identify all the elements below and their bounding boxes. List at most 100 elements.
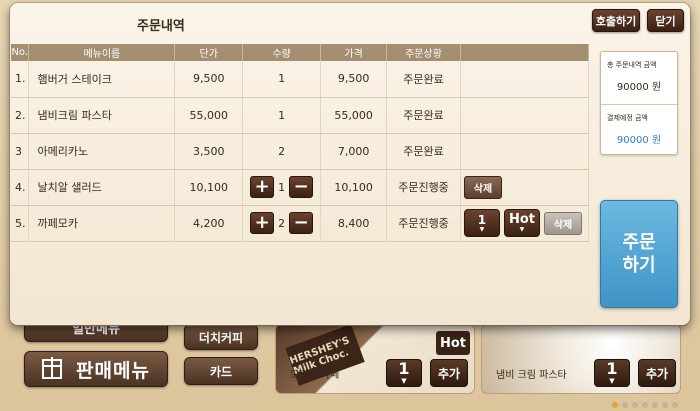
row-status: 주문진행중 (386, 205, 461, 242)
row-price: 7,000 (320, 133, 388, 170)
row-price: 9,500 (320, 61, 388, 98)
minus-button[interactable]: − (289, 212, 314, 234)
col-header-unit-price: 단가 (174, 44, 244, 61)
place-order-label-line1: 주문 (622, 231, 656, 253)
page-dot[interactable] (612, 402, 618, 408)
row-no: 1. (11, 61, 30, 98)
caret-down-icon: ▼ (401, 377, 407, 385)
caret-down-icon: ▼ (519, 226, 525, 233)
product-qty-button[interactable]: 1 ▼ (594, 359, 630, 387)
call-staff-button[interactable]: 호출하기 (592, 9, 640, 32)
row-unit-price: 4,200 (174, 205, 244, 242)
row-unit-price: 3,500 (174, 133, 244, 170)
page-dot[interactable] (632, 402, 638, 408)
row-quantity: 2 (242, 133, 322, 170)
row-quantity: 1 (242, 61, 322, 98)
total-amount-label: 총 주문내역 금액 (607, 61, 657, 69)
row-status: 주문완료 (386, 97, 461, 134)
row-menu-name: 냄비크림 파스타 (28, 97, 176, 134)
row-actions (460, 97, 590, 134)
col-header-no: No. (11, 44, 30, 61)
row-actions: 삭제 (460, 169, 590, 206)
place-order-label-line2: 하기 (622, 255, 656, 276)
row-price: 55,000 (320, 97, 388, 134)
payment-amount-section: 결제예정 금액 90000 원 (601, 104, 677, 156)
row-price: 8,400 (320, 205, 388, 242)
table-row: 4. 날치알 샐러드 10,100 + 1 − 10,100 주문진행중 삭제 (11, 169, 590, 206)
page-dot[interactable] (662, 402, 668, 408)
row-menu-name: 까페모카 (28, 205, 176, 242)
quantity-value: 2 (278, 216, 286, 230)
product-card-mocha-latte[interactable]: HERSHEY'S Milk Choc. Hot 모카칩 라떼 1 ▼ 추가 (275, 324, 475, 394)
delete-button[interactable]: 삭제 (543, 211, 582, 235)
add-to-cart-button[interactable]: 추가 (638, 359, 676, 387)
row-price: 10,100 (320, 169, 388, 206)
page-dot[interactable] (642, 402, 648, 408)
product-qty-button[interactable]: 1 ▼ (386, 359, 422, 387)
row-quantity-editor: + 2 − (242, 205, 322, 242)
payment-amount-label: 결제예정 금액 (607, 114, 648, 122)
hot-label: Hot (508, 212, 535, 227)
row-status: 주문완료 (386, 133, 461, 170)
order-summary-panel: 총 주문내역 금액 90000 원 결제예정 금액 90000 원 (600, 51, 678, 155)
col-header-quantity: 수량 (242, 44, 322, 61)
dutch-coffee-button[interactable]: 더치커피 (184, 324, 258, 350)
add-to-cart-button[interactable]: 추가 (430, 359, 468, 387)
row-status: 주문진행중 (386, 169, 461, 206)
quantity-value: 1 (278, 180, 286, 194)
total-amount-section: 총 주문내역 금액 90000 원 (601, 52, 677, 104)
row-unit-price: 9,500 (174, 61, 244, 98)
row-menu-name: 아메리카노 (28, 133, 176, 170)
col-header-menu-name: 메뉴이름 (28, 44, 176, 61)
qty-value: 1 (606, 359, 618, 378)
col-header-status: 주문상황 (386, 44, 461, 61)
caret-down-icon: ▼ (479, 225, 485, 233)
row-actions (460, 133, 590, 170)
row-quantity-editor: + 1 − (242, 169, 322, 206)
row-actions: 1 ▼ Hot ▼ 삭제 (460, 205, 590, 242)
product-card-cream-pasta[interactable]: 냄비 크림 파스타 1 ▼ 추가 (481, 324, 681, 394)
row-status: 주문완료 (386, 61, 461, 98)
plus-button[interactable]: + (250, 176, 275, 198)
close-button[interactable]: 닫기 (647, 9, 684, 32)
page-indicator (612, 402, 678, 408)
row-menu-name: 햄버거 스테이크 (28, 61, 176, 98)
page-dot[interactable] (622, 402, 628, 408)
row-unit-price: 55,000 (174, 97, 244, 134)
plus-button[interactable]: + (250, 212, 275, 234)
cup-size-value: 1 (477, 212, 487, 227)
modal-title: 주문내역 (137, 19, 185, 34)
table-row: 3 아메리카노 3,500 2 7,000 주문완료 (11, 133, 590, 170)
page-dot[interactable] (672, 402, 678, 408)
product-name: 냄비 크림 파스타 (496, 370, 567, 381)
row-unit-price: 10,100 (174, 169, 244, 206)
sales-menu-label: 판매메뉴 (76, 359, 150, 382)
hot-toggle[interactable]: Hot ▼ (503, 209, 540, 237)
row-no: 2. (11, 97, 30, 134)
table-row: 2. 냄비크림 파스타 55,000 1 55,000 주문완료 (11, 97, 590, 134)
cup-size-dropdown[interactable]: 1 ▼ (463, 209, 500, 237)
row-quantity: 1 (242, 97, 322, 134)
minus-button[interactable]: − (289, 176, 314, 198)
hot-toggle[interactable]: Hot (436, 331, 470, 355)
qty-value: 1 (398, 359, 410, 378)
page-dot[interactable] (652, 402, 658, 408)
gift-icon (42, 357, 63, 379)
sales-menu-button[interactable]: 판매메뉴 (24, 351, 168, 387)
order-table: No. 메뉴이름 단가 수량 가격 주문상황 1. 햄버거 스테이크 9,500… (11, 44, 590, 242)
col-header-price: 가격 (320, 44, 388, 61)
col-header-actions (460, 44, 590, 61)
card-button[interactable]: 카드 (184, 357, 258, 385)
place-order-button[interactable]: 주문 하기 (600, 200, 678, 308)
row-no: 5. (11, 205, 30, 242)
table-header-row: No. 메뉴이름 단가 수량 가격 주문상황 (11, 44, 590, 61)
delete-button[interactable]: 삭제 (463, 175, 502, 199)
total-amount-value: 90000 원 (616, 82, 662, 93)
row-no: 4. (11, 169, 30, 206)
row-menu-name: 날치알 샐러드 (28, 169, 176, 206)
row-no: 3 (11, 133, 30, 170)
table-row: 5. 까페모카 4,200 + 2 − 8,400 주문진행중 1 ▼ Hot … (11, 205, 590, 242)
order-history-modal: 주문내역 호출하기 닫기 No. 메뉴이름 단가 수량 가격 주문상황 1. 햄… (10, 3, 690, 325)
row-actions (460, 61, 590, 98)
payment-amount-value: 90000 원 (616, 135, 662, 146)
